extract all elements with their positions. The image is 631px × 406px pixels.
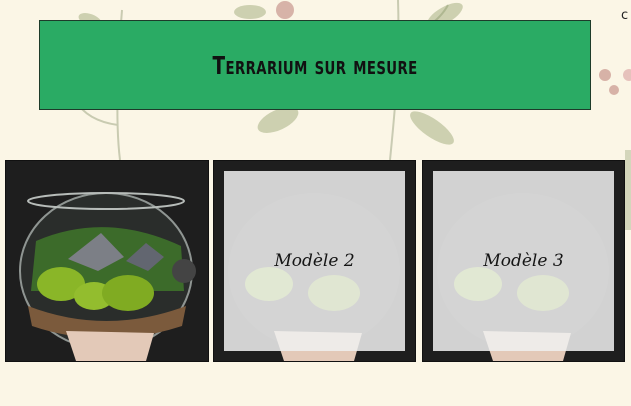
- corner-text: c: [621, 8, 629, 23]
- card-label: Modèle 3: [483, 251, 564, 271]
- card-label: Modèle 2: [274, 251, 355, 271]
- terrarium-card-3[interactable]: Modèle 3: [422, 160, 625, 362]
- card-overlay: Modèle 2: [224, 171, 405, 351]
- terrarium-card-2[interactable]: Modèle 2: [213, 160, 416, 362]
- decorative-flower: [623, 69, 631, 230]
- terrarium-card-1[interactable]: [5, 160, 209, 362]
- terrarium-photo: [6, 161, 208, 361]
- card-overlay: Modèle 3: [433, 171, 614, 351]
- page-title: Terrarium sur mesure: [212, 50, 418, 80]
- page-banner: Terrarium sur mesure: [39, 20, 591, 110]
